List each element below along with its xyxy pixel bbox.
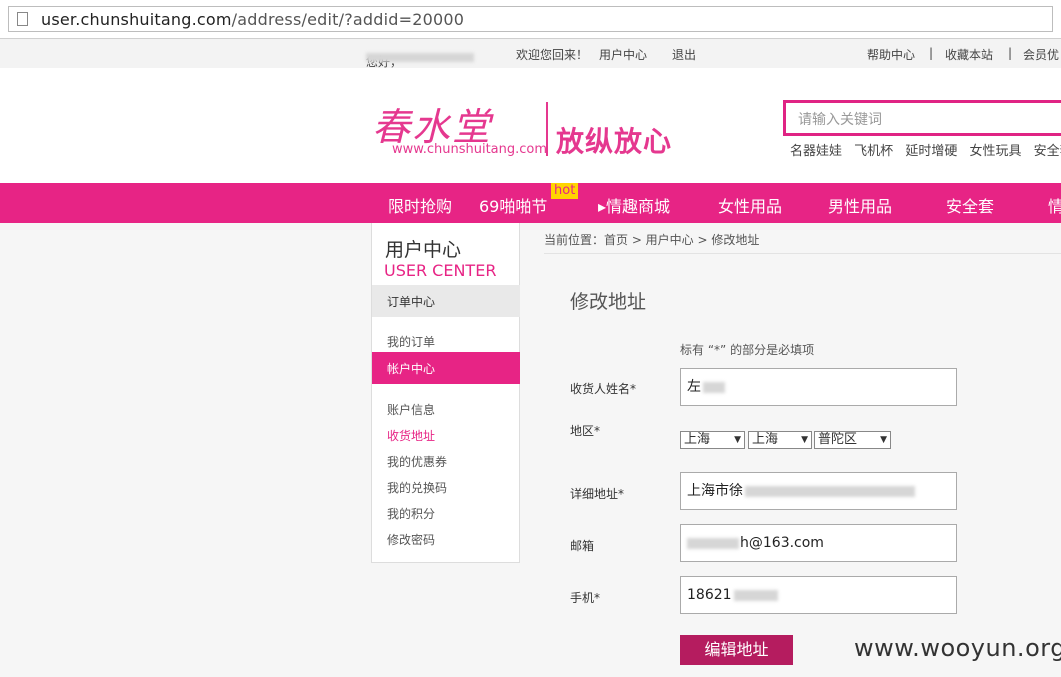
divider: [544, 253, 1061, 254]
name-input[interactable]: 左: [680, 368, 957, 406]
redacted-text: [745, 485, 915, 497]
address-input[interactable]: 上海市徐: [680, 472, 957, 510]
url-host: user.chunshuitang.com: [41, 10, 232, 29]
region-label: 地区*: [570, 424, 601, 438]
page-title: 修改地址: [570, 291, 647, 313]
sidebar-title: 用户中心: [385, 239, 462, 261]
logo-url: www.chunshuitang.com: [392, 142, 548, 157]
name-value: 左: [687, 379, 701, 395]
watermark-text: www.wooyun.org: [854, 634, 1061, 662]
province-value: 上海: [684, 432, 711, 447]
sidebar-subtitle: USER CENTER: [384, 261, 497, 280]
email-value: h@163.com: [740, 535, 824, 551]
address-value: 上海市徐: [687, 483, 743, 499]
welcome-text: 欢迎您回来！: [516, 48, 589, 62]
sidebar-section-account: 帐户中心: [372, 352, 520, 384]
district-value: 普陀区: [818, 432, 858, 447]
nav-item-condoms[interactable]: 安全套: [946, 193, 994, 217]
address-bar[interactable]: user.chunshuitang.com/address/edit/?addi…: [8, 6, 1053, 32]
hotword-link[interactable]: 安全套: [1034, 144, 1061, 159]
redacted-text: [687, 537, 739, 549]
sidebar-section-orders: 订单中心: [372, 285, 520, 317]
name-label: 收货人姓名*: [570, 382, 637, 396]
page-icon: [17, 12, 28, 26]
top-bar: 您好， 欢迎您回来！ 用户中心 退出 帮助中心 | 收藏本站 | 会员优: [0, 39, 1061, 69]
phone-value: 18621: [687, 587, 732, 603]
dropdown-arrow-icon: ▼: [801, 435, 808, 445]
main-content: 当前位置：首页 > 用户中心 > 修改地址 修改地址 标有 “*” 的部分是必填…: [521, 223, 1061, 677]
edit-address-button[interactable]: 编辑地址: [680, 635, 793, 665]
redacted-text: [733, 589, 778, 601]
hotword-link[interactable]: 延时增硬: [905, 144, 957, 159]
logout-link[interactable]: 退出: [672, 46, 696, 63]
sidebar-section-label: 帐户中心: [387, 362, 436, 376]
user-center-link[interactable]: 用户中心: [599, 46, 647, 63]
sidebar-item-my-orders[interactable]: 我的订单: [387, 333, 435, 350]
sidebar-item-points[interactable]: 我的积分: [387, 505, 435, 522]
member-link[interactable]: 会员优: [1023, 46, 1059, 63]
hotword-link[interactable]: 名器娃娃: [790, 144, 842, 159]
sidebar-item-redeem-codes[interactable]: 我的兑换码: [387, 479, 447, 496]
email-label: 邮箱: [570, 539, 595, 553]
url-text: user.chunshuitang.com/address/edit/?addi…: [41, 10, 464, 29]
city-value: 上海: [752, 432, 779, 447]
username-blurred: [366, 53, 474, 62]
nav-item-more[interactable]: 情: [1048, 193, 1061, 217]
sidebar-item-change-password[interactable]: 修改密码: [387, 531, 435, 548]
logo-divider: [546, 102, 548, 156]
province-select[interactable]: 上海 ▼: [680, 431, 745, 449]
nav-item-female[interactable]: 女性用品: [718, 193, 782, 217]
address-label: 详细地址*: [570, 487, 625, 501]
hot-keywords: 名器娃娃 飞机杯 延时增硬 女性玩具 安全套 情趣: [790, 140, 1061, 159]
main-nav: 限时抢购 69啪啪节 hot ▸情趣商城 女性用品 男性用品 安全套 情: [0, 183, 1061, 223]
search-input[interactable]: 请输入关键词: [783, 100, 1061, 136]
nav-item-male[interactable]: 男性用品: [828, 193, 892, 217]
separator: |: [929, 46, 934, 60]
dropdown-arrow-icon: ▼: [734, 435, 741, 445]
sidebar-section-label: 订单中心: [387, 295, 436, 309]
sidebar-item-account-info[interactable]: 账户信息: [387, 401, 435, 418]
user-center-sidebar: 用户中心 USER CENTER 订单中心 我的订单 帐户中心 账户信息 收货地…: [371, 223, 520, 563]
search-placeholder: 请输入关键词: [798, 112, 882, 128]
nav-item-mall[interactable]: ▸情趣商城: [598, 193, 670, 217]
logo-slogan: 放纵放心: [556, 125, 673, 158]
phone-label: 手机*: [570, 591, 601, 605]
browser-toolbar: user.chunshuitang.com/address/edit/?addi…: [0, 0, 1061, 39]
dropdown-arrow-icon: ▼: [880, 435, 887, 445]
redacted-text: [703, 381, 725, 393]
city-select[interactable]: 上海 ▼: [748, 431, 812, 449]
nav-item-69-festival[interactable]: 69啪啪节: [479, 193, 547, 217]
site-header: 春水堂 www.chunshuitang.com 放纵放心 请输入关键词 名器娃…: [0, 68, 1061, 183]
district-select[interactable]: 普陀区 ▼: [814, 431, 891, 449]
breadcrumb: 当前位置：首页 > 用户中心 > 修改地址: [544, 233, 760, 247]
bookmark-link[interactable]: 收藏本站: [945, 46, 993, 63]
email-input[interactable]: h@163.com: [680, 524, 957, 562]
hotword-link[interactable]: 飞机杯: [854, 144, 893, 159]
sidebar-item-addresses[interactable]: 收货地址: [387, 427, 435, 444]
hotword-link[interactable]: 女性玩具: [969, 144, 1021, 159]
separator: |: [1008, 46, 1013, 60]
sidebar-item-coupons[interactable]: 我的优惠券: [387, 453, 447, 470]
nav-item-flash-sale[interactable]: 限时抢购: [388, 193, 452, 217]
url-path: /address/edit/?addid=20000: [231, 10, 465, 29]
help-link[interactable]: 帮助中心: [867, 46, 915, 63]
hot-badge: hot: [551, 183, 579, 199]
required-note: 标有 “*” 的部分是必填项: [680, 343, 815, 357]
phone-input[interactable]: 18621: [680, 576, 957, 614]
